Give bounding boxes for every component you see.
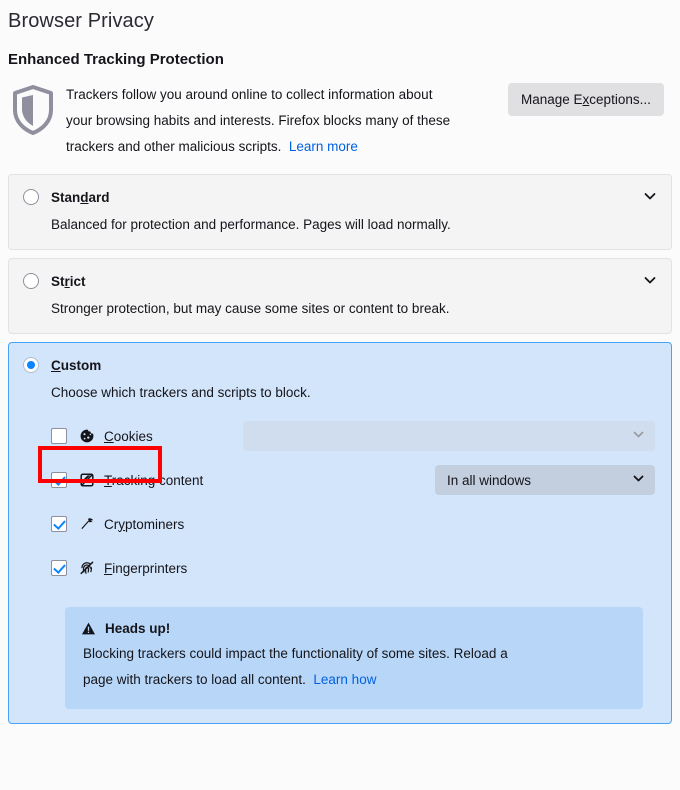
checkbox-tracking-content[interactable] <box>51 472 67 488</box>
radio-strict[interactable] <box>23 273 39 289</box>
option-description-strict: Stronger protection, but may cause some … <box>23 289 657 319</box>
option-label-custom: Custom <box>51 358 101 373</box>
chevron-down-icon <box>632 472 645 488</box>
chevron-down-icon[interactable] <box>643 189 657 203</box>
chevron-down-icon <box>632 428 645 444</box>
learn-how-link[interactable]: Learn how <box>313 672 376 687</box>
cryptominers-checkbox-group[interactable]: Cryptominers <box>51 516 231 532</box>
intro-block: Trackers follow you around online to col… <box>0 68 680 160</box>
learn-more-link[interactable]: Learn more <box>289 139 358 154</box>
manage-exceptions-button[interactable]: Manage Exceptions... <box>508 83 664 116</box>
row-label-cookies: Cookies <box>104 429 153 444</box>
option-header-strict: Strict <box>23 273 657 289</box>
option-label-strict: Strict <box>51 274 86 289</box>
heads-up-body-line-2: page with trackers to load all content. <box>83 672 306 687</box>
radio-custom[interactable] <box>23 357 39 373</box>
shield-icon <box>10 82 66 141</box>
warning-icon <box>81 621 96 636</box>
page-title: Browser Privacy <box>0 0 680 33</box>
option-header-standard: Standard <box>23 189 657 205</box>
intro-line-1: Trackers follow you around online to col… <box>66 87 432 102</box>
dropdown-tracking-content-value: In all windows <box>447 473 632 488</box>
intro-text: Trackers follow you around online to col… <box>66 82 496 160</box>
dropdown-cookies <box>243 421 655 451</box>
browser-privacy-page: Browser Privacy Enhanced Tracking Protec… <box>0 0 680 790</box>
protection-level-options: Standard Balanced for protection and per… <box>0 160 680 724</box>
tracking-content-checkbox-group[interactable]: Tracking content <box>51 472 231 488</box>
custom-row-tracking-content: Tracking content In all windows <box>23 463 657 497</box>
row-label-fingerprinters: Fingerprinters <box>104 561 187 576</box>
intro-line-3: trackers and other malicious scripts. <box>66 139 281 154</box>
option-header-custom: Custom <box>23 357 657 373</box>
heads-up-title: Heads up! <box>105 621 170 636</box>
option-panel-standard[interactable]: Standard Balanced for protection and per… <box>8 174 672 250</box>
custom-row-cryptominers: Cryptominers <box>23 507 657 541</box>
option-panel-strict[interactable]: Strict Stronger protection, but may caus… <box>8 258 672 334</box>
cookies-checkbox-group[interactable]: Cookies <box>51 428 231 444</box>
row-label-cryptominers: Cryptominers <box>104 517 184 532</box>
option-panel-custom[interactable]: Custom Choose which trackers and scripts… <box>8 342 672 724</box>
tracking-content-icon <box>79 472 95 488</box>
custom-row-fingerprinters: Fingerprinters <box>23 551 657 585</box>
fingerprint-icon <box>79 560 95 576</box>
custom-row-cookies: Cookies <box>23 419 657 453</box>
checkbox-cookies[interactable] <box>51 428 67 444</box>
manage-exceptions-label: Manage Exceptions... <box>521 92 651 107</box>
fingerprinters-checkbox-group[interactable]: Fingerprinters <box>51 560 231 576</box>
heads-up-body-line-1: Blocking trackers could impact the funct… <box>83 646 508 661</box>
checkbox-cryptominers[interactable] <box>51 516 67 532</box>
option-label-standard: Standard <box>51 190 110 205</box>
heads-up-body: Blocking trackers could impact the funct… <box>81 636 603 693</box>
radio-standard[interactable] <box>23 189 39 205</box>
dropdown-tracking-content[interactable]: In all windows <box>435 465 655 495</box>
row-label-tracking-content: Tracking content <box>104 473 203 488</box>
option-description-standard: Balanced for protection and performance.… <box>23 205 657 235</box>
cookie-icon <box>79 428 95 444</box>
option-description-custom: Choose which trackers and scripts to blo… <box>23 373 657 403</box>
chevron-down-icon[interactable] <box>643 273 657 287</box>
pickaxe-icon <box>79 516 95 532</box>
heads-up-notification: Heads up! Blocking trackers could impact… <box>65 607 643 709</box>
heads-up-title-row: Heads up! <box>81 621 627 636</box>
intro-line-2: your browsing habits and interests. Fire… <box>66 113 450 128</box>
custom-options-list: Cookies <box>23 403 657 709</box>
section-heading-enhanced-tracking-protection: Enhanced Tracking Protection <box>0 33 680 68</box>
checkbox-fingerprinters[interactable] <box>51 560 67 576</box>
